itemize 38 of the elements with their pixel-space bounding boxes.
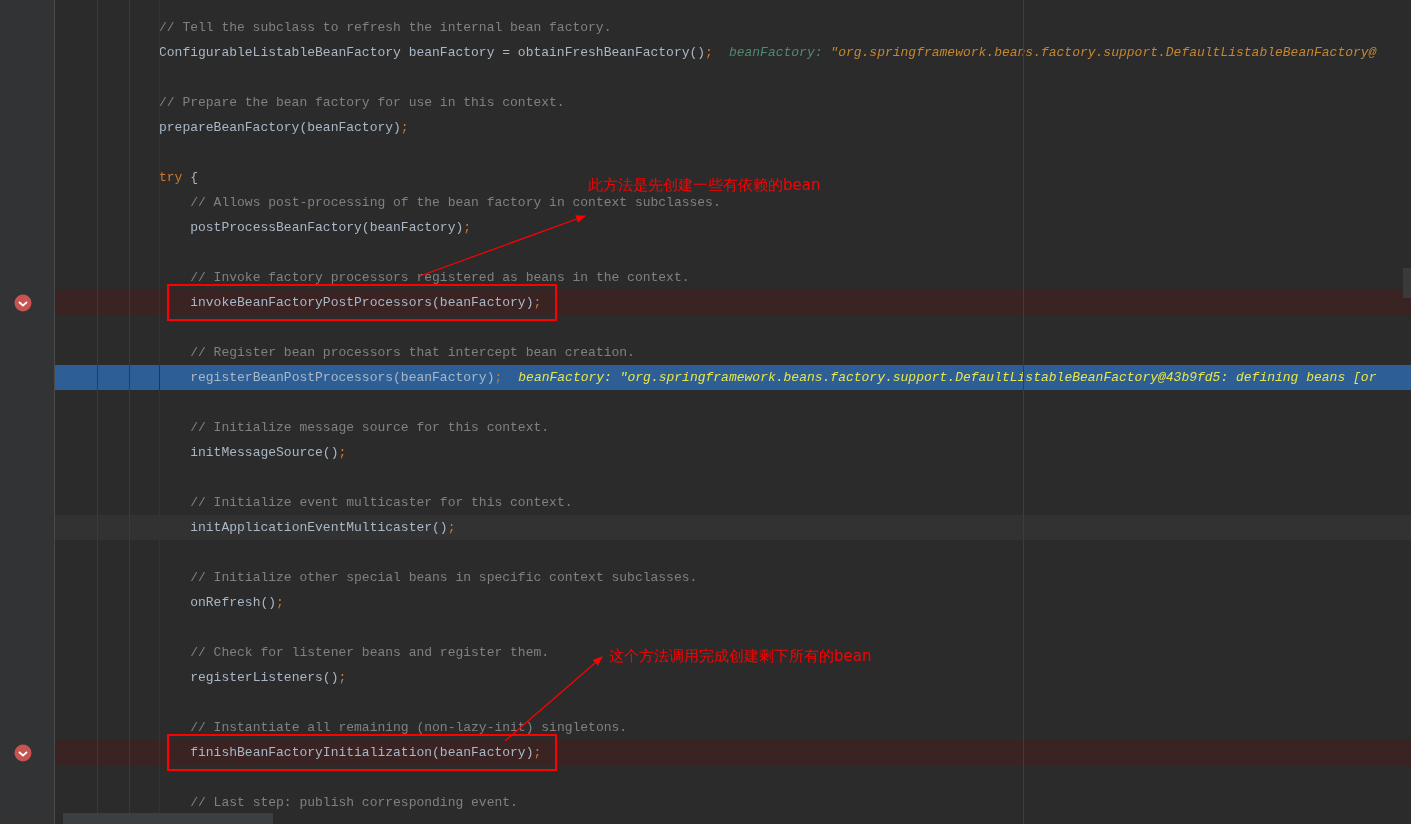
code-text: registerListeners() — [190, 668, 339, 687]
code-text: initMessageSource() — [190, 443, 339, 462]
code-comment: // Tell the subclass to refresh the internal bean factory. — [159, 18, 612, 37]
semicolon: ; — [338, 668, 347, 687]
code-comment: // Register bean processors that intercept bean creation. — [190, 343, 635, 362]
code-comment: // Initialize event multicaster for this context. — [190, 493, 573, 512]
code-comment: // Invoke factory processors registered as beans in the context. — [190, 268, 690, 287]
code-text: onRefresh() — [190, 593, 277, 612]
semicolon: ; — [494, 368, 503, 387]
annotation-text: 这个方法调用完成创建剩下所有的bean — [609, 646, 872, 667]
code-text: prepareBeanFactory(beanFactory) — [159, 118, 401, 137]
code-comment: // Initialize other special beans in specific context subclasses. — [190, 568, 698, 587]
inline-value-hint: beanFactory: "org.springframework.beans.factory.support.DefaultListableBeanFactory@43b9fd5: defining beans [or — [518, 368, 1377, 387]
breakpoint-icon[interactable] — [14, 743, 32, 762]
semicolon: ; — [463, 218, 472, 237]
code-text: postProcessBeanFactory(beanFactory) — [190, 218, 464, 237]
semicolon: ; — [705, 43, 713, 62]
semicolon: ; — [533, 743, 542, 762]
keyword: try — [159, 168, 183, 187]
semicolon: ; — [400, 118, 409, 137]
code-text: registerBeanPostProcessors(beanFactory) — [190, 368, 495, 387]
breakpoint-icon[interactable] — [14, 293, 32, 312]
semicolon: ; — [447, 518, 456, 537]
inline-value-hint: beanFactory: "org.springframework.beans.factory.support.DefaultListableBeanFactory@ — [728, 43, 1377, 62]
code-text: ConfigurableListableBeanFactory beanFactory = obtainFreshBeanFactory() — [159, 43, 706, 62]
code-comment: // Last step: publish corresponding event. — [190, 793, 518, 812]
semicolon: ; — [533, 293, 542, 312]
code-text: invokeBeanFactoryPostProcessors(beanFactory) — [190, 293, 534, 312]
code-text: initApplicationEventMulticaster() — [190, 518, 448, 537]
annotation-text: 此方法是先创建一些有依赖的bean — [588, 176, 821, 194]
code-text: { — [190, 168, 199, 187]
semicolon: ; — [276, 593, 284, 612]
semicolon: ; — [338, 443, 347, 462]
code-text: finishBeanFactoryInitialization(beanFactory) — [190, 743, 534, 762]
code-comment: // Initialize message source for this context. — [190, 418, 550, 437]
code-comment: // Check for listener beans and register them. — [190, 643, 550, 662]
code-comment: // Allows post-processing of the bean factory in context subclasses. — [190, 193, 721, 212]
code-comment: // Prepare the bean factory for use in this context. — [159, 93, 565, 112]
